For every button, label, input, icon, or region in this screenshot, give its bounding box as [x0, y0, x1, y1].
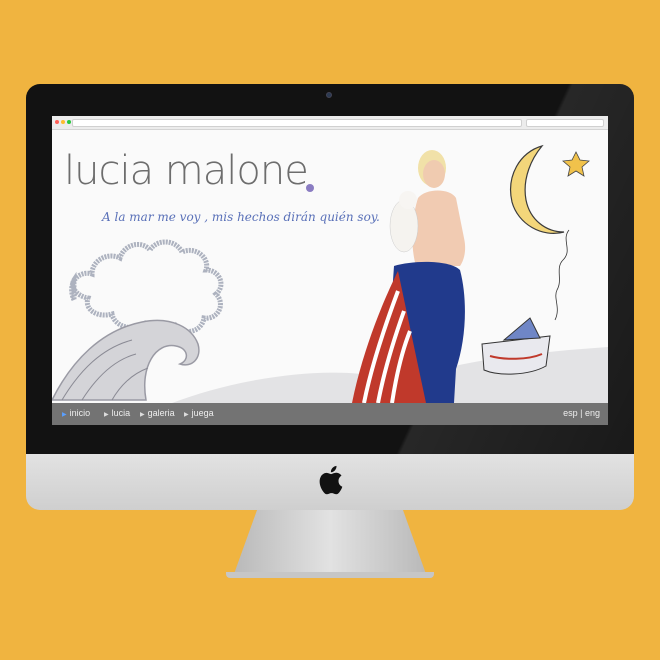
figure-illustration [352, 150, 466, 404]
lang-esp-link[interactable]: esp [563, 408, 578, 418]
play-arrow-icon: ▶ [62, 412, 67, 418]
apple-logo-icon [319, 465, 343, 495]
nav-item-lucia[interactable]: ▶ lucia [104, 408, 130, 418]
browser-window: lucia malone A la mar me voy , mis hecho… [52, 116, 608, 425]
monitor-stand [234, 510, 426, 574]
play-arrow-icon: ▶ [184, 412, 189, 418]
browser-toolbar [52, 116, 608, 130]
play-arrow-icon: ▶ [140, 412, 145, 418]
url-input[interactable] [72, 119, 522, 127]
play-arrow-icon: ▶ [104, 412, 109, 418]
title-dot-icon [306, 184, 314, 192]
nav-bar: ▶ inicio ▶ lucia ▶ galeria ▶ juega esp | eng [52, 403, 608, 425]
cloud-icon [69, 239, 224, 337]
site-tagline: A la mar me voy , mis hechos dirán quién… [102, 210, 380, 224]
site-title: lucia malone [64, 148, 309, 194]
lang-eng-link[interactable]: eng [585, 408, 600, 418]
nav-item-inicio[interactable]: ▶ inicio [62, 408, 90, 418]
close-window-icon[interactable] [55, 120, 59, 124]
browser-search-input[interactable] [526, 119, 604, 127]
wave-icon [52, 319, 200, 401]
camera-icon [326, 92, 332, 98]
monitor-stand-foot [226, 572, 434, 578]
monitor-chin [26, 454, 634, 510]
webpage: lucia malone A la mar me voy , mis hecho… [52, 130, 608, 425]
star-icon [562, 151, 590, 177]
nav-item-galeria[interactable]: ▶ galeria [140, 408, 175, 418]
nav-item-juega[interactable]: ▶ juega [184, 408, 214, 418]
maximize-window-icon[interactable] [67, 120, 71, 124]
language-switcher: esp | eng [563, 408, 600, 418]
lang-separator: | [580, 408, 583, 418]
minimize-window-icon[interactable] [61, 120, 65, 124]
moon-icon [510, 144, 565, 234]
